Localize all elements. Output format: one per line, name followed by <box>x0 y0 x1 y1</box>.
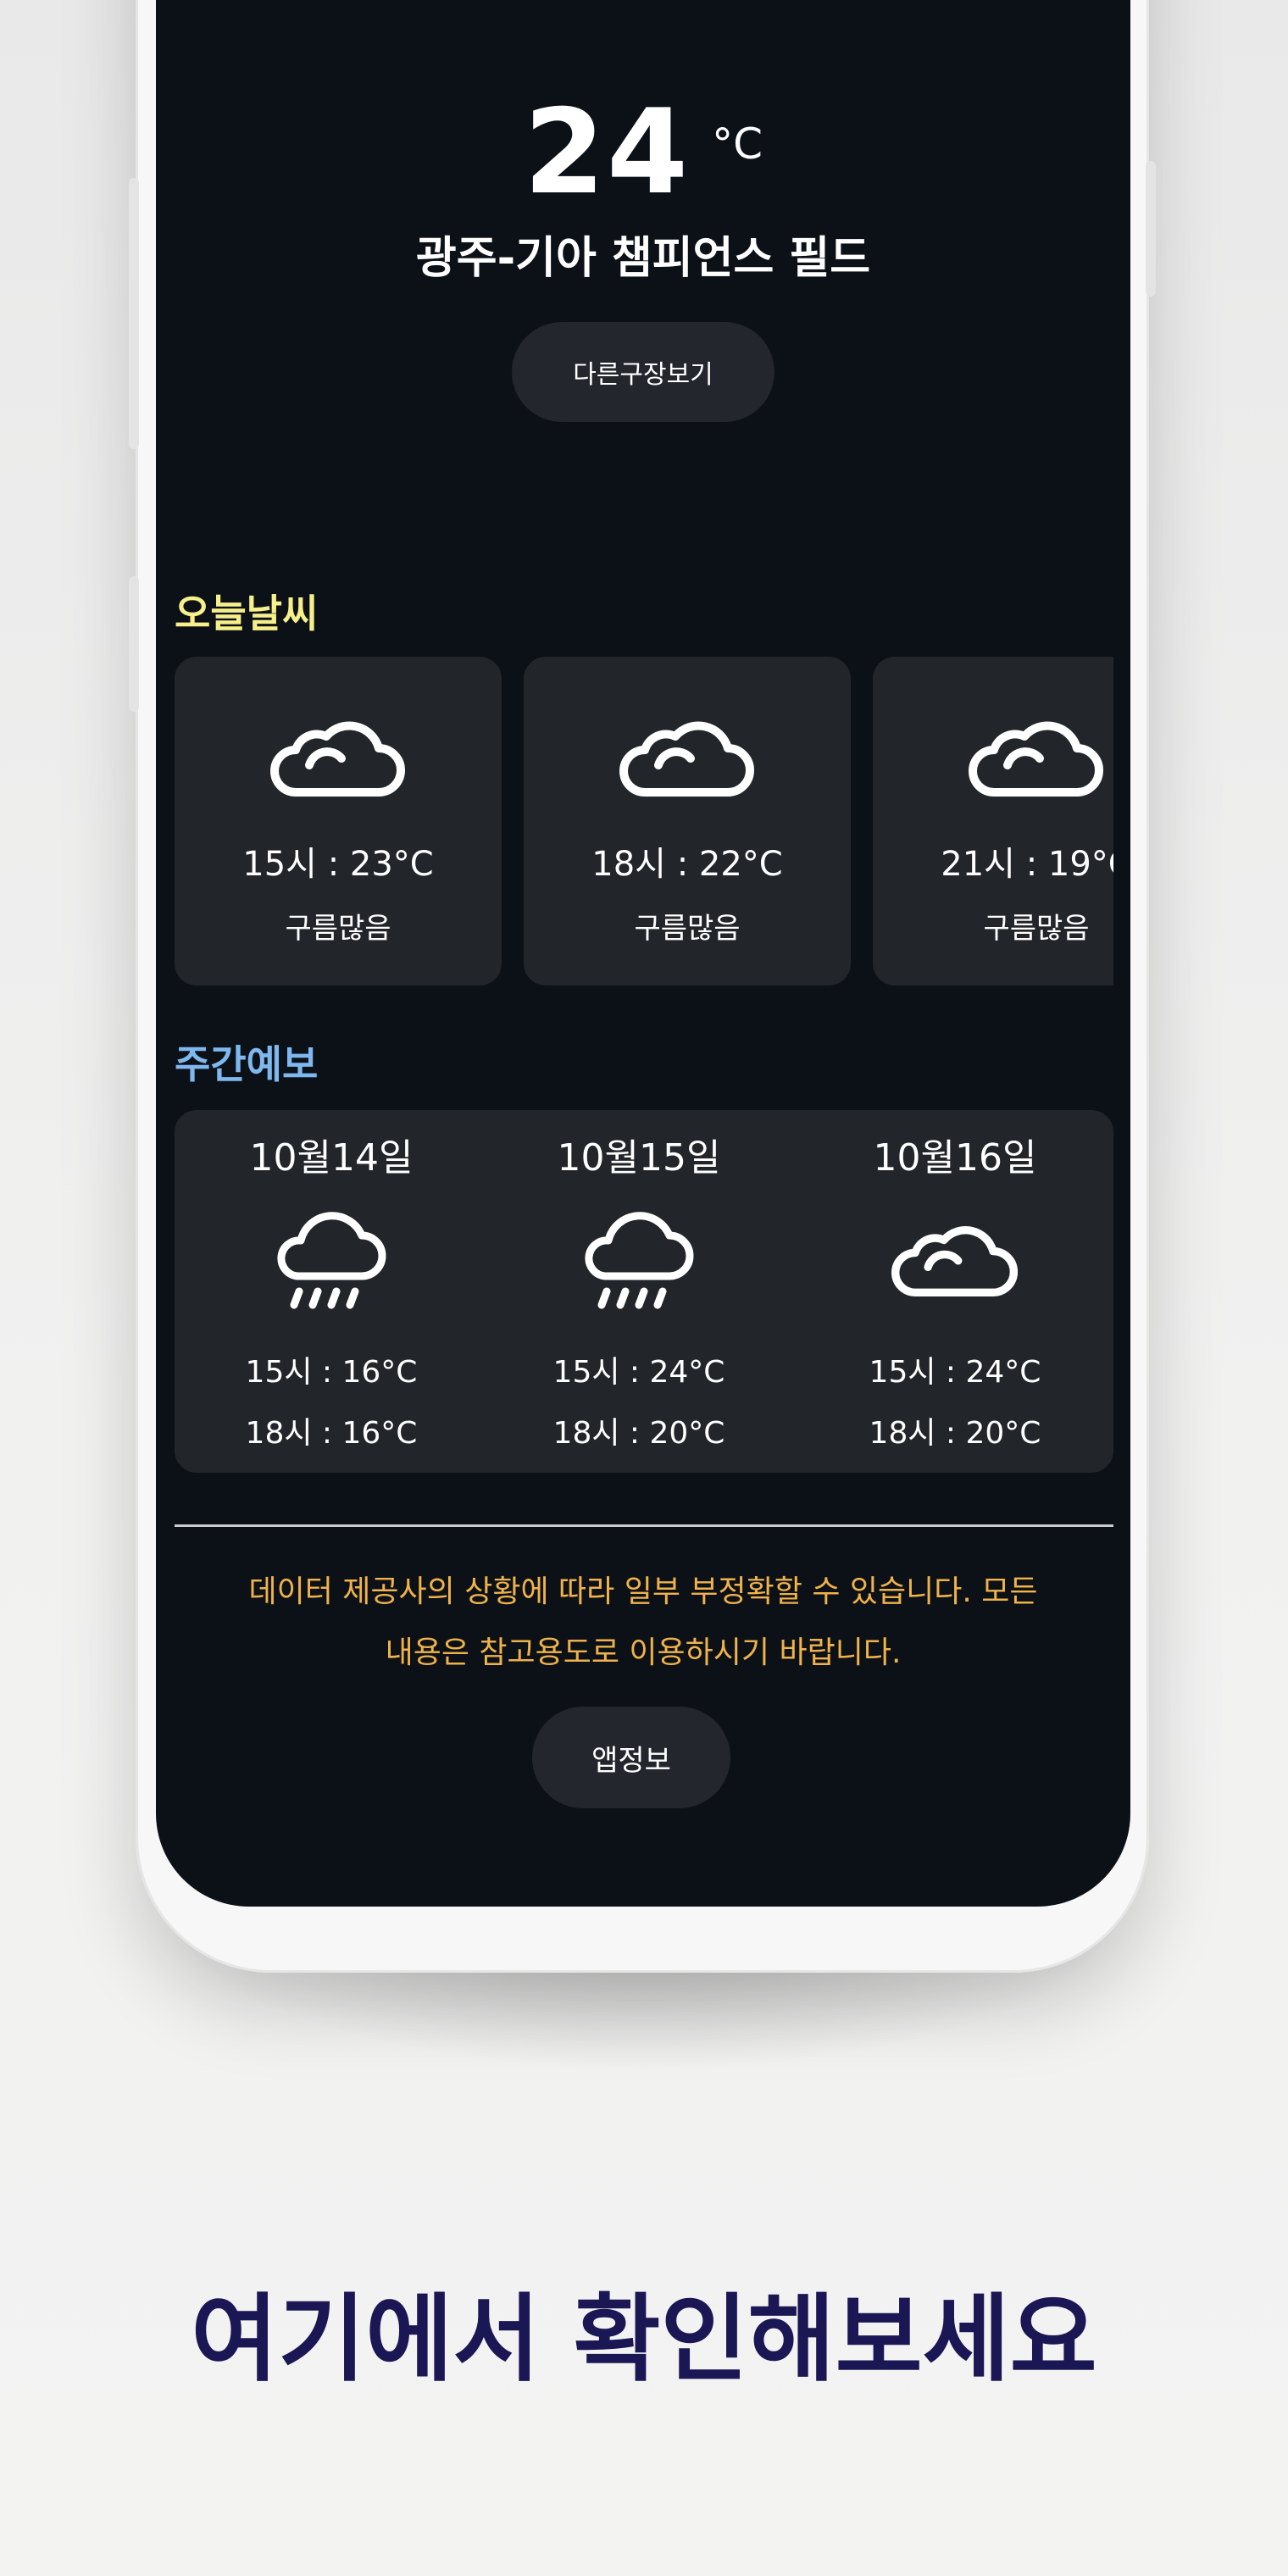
temperature-unit: °C <box>712 119 763 169</box>
weekly-day: 10월16일 15시 : 24°C 18시 : 20°C <box>798 1110 1112 1473</box>
hourly-description: 구름많음 <box>285 912 391 946</box>
other-stadiums-button[interactable]: 다른구장보기 <box>512 322 774 422</box>
hourly-time-temp: 18시 : 22°C <box>591 845 783 884</box>
hourly-card: 21시 : 19°C 구름많음 <box>873 657 1113 985</box>
data-notice: 데이터 제공사의 상황에 따라 일부 부정확할 수 있습니다. 모든 내용은 참… <box>181 1562 1105 1684</box>
weekly-forecast-panel: 10월14일 15시 : 16°C 18시 : 16°C 10월15일 15시 … <box>175 1110 1113 1473</box>
hourly-time-temp: 15시 : 23°C <box>242 845 434 884</box>
rain-icon <box>175 1203 488 1322</box>
app-info-button[interactable]: 앱정보 <box>532 1707 730 1808</box>
temperature-value: 24 <box>524 84 691 220</box>
weekly-temp-line: 18시 : 20°C <box>552 1416 725 1451</box>
promo-caption: 여기에서 확인해보세요 <box>191 2285 1097 2395</box>
app-screen: 24 °C 광주-기아 챔피언스 필드 다른구장보기 오늘날씨 15시 : 23°… <box>156 0 1130 1907</box>
weekly-forecast-title: 주간예보 <box>175 1041 319 1087</box>
cloudy-icon <box>873 701 1113 811</box>
cloudy-icon <box>175 701 502 811</box>
weekly-temp-line: 15시 : 16°C <box>245 1355 418 1390</box>
phone-side-button <box>129 576 139 712</box>
weekly-temp-line: 15시 : 24°C <box>869 1355 1041 1390</box>
stadium-name: 광주-기아 챔피언스 필드 <box>415 233 871 284</box>
weekly-temp-line: 15시 : 24°C <box>552 1355 725 1390</box>
divider <box>175 1524 1113 1527</box>
hourly-time-temp: 21시 : 19°C <box>941 845 1113 884</box>
weekly-temp-line: 18시 : 16°C <box>245 1416 418 1451</box>
hourly-card: 18시 : 22°C 구름많음 <box>524 657 851 985</box>
cloudy-icon <box>798 1203 1112 1322</box>
weekly-temp-line: 18시 : 20°C <box>869 1416 1041 1451</box>
data-notice-line: 내용은 참고용도로 이용하시기 바랍니다. <box>385 1635 902 1670</box>
cloudy-icon <box>524 701 851 811</box>
hourly-card: 15시 : 23°C 구름많음 <box>175 657 502 985</box>
weekly-date: 10월16일 <box>873 1136 1037 1180</box>
today-weather-title: 오늘날씨 <box>175 591 319 636</box>
phone-side-button <box>1146 161 1156 297</box>
weekly-day: 10월14일 15시 : 16°C 18시 : 16°C <box>175 1110 488 1473</box>
hourly-description: 구름많음 <box>634 912 741 946</box>
phone-side-button <box>129 178 139 449</box>
weekly-day: 10월15일 15시 : 24°C 18시 : 20°C <box>482 1110 796 1473</box>
rain-icon <box>482 1203 796 1322</box>
weekly-date: 10월14일 <box>249 1136 414 1180</box>
data-notice-line: 데이터 제공사의 상황에 따라 일부 부정확할 수 있습니다. 모든 <box>248 1574 1038 1609</box>
weekly-date: 10월15일 <box>557 1136 721 1180</box>
current-temperature: 24 °C <box>156 93 1130 212</box>
hourly-description: 구름많음 <box>983 912 1090 946</box>
